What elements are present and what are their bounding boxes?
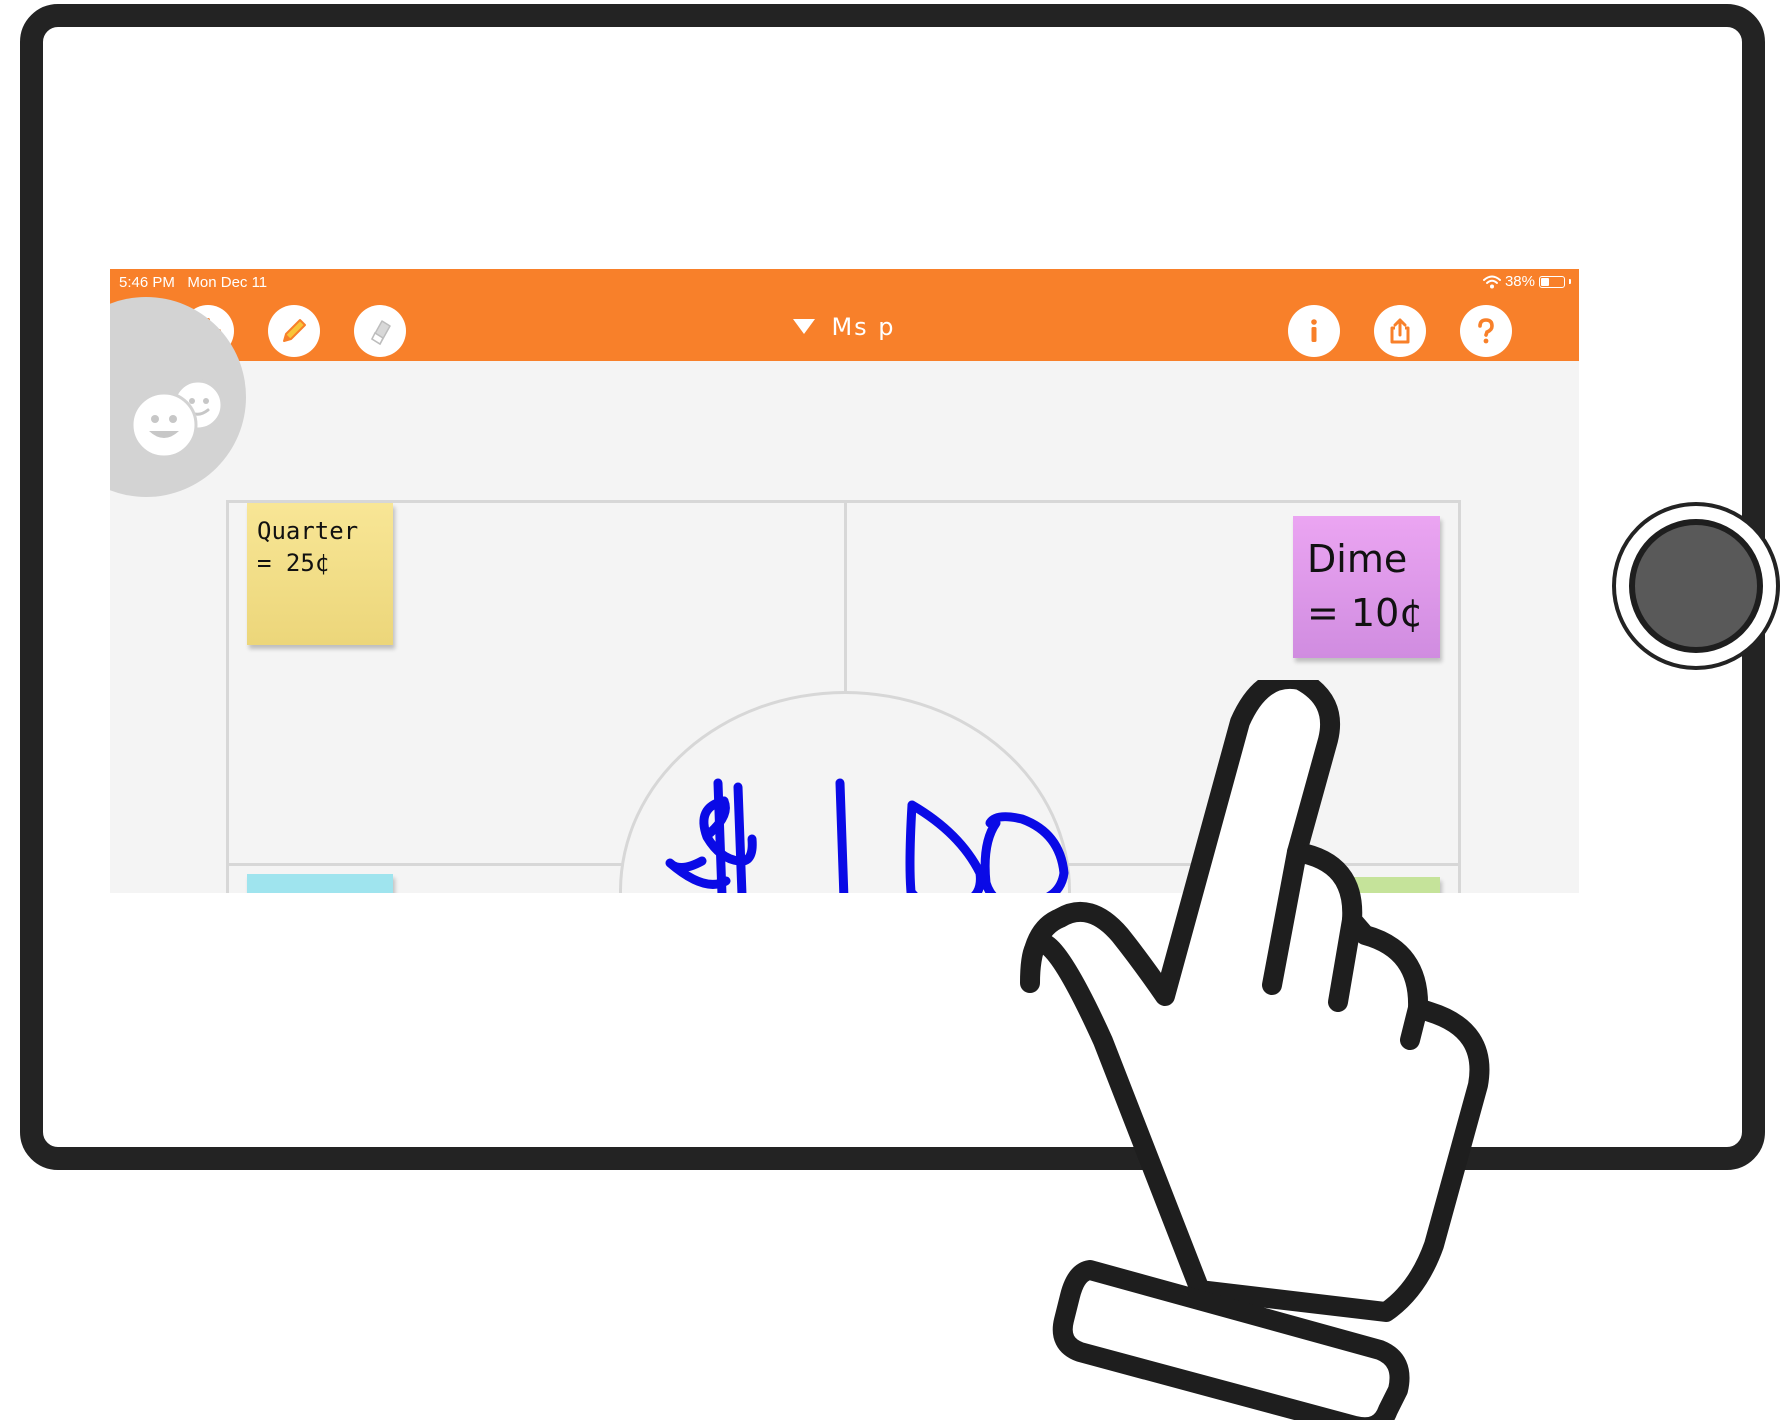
sticky-note-blue[interactable]: [247, 874, 393, 893]
top-toolbar: 5:46 PM Mon Dec 11 38% Ms p: [110, 269, 1579, 361]
status-bar-time: 5:46 PM Mon Dec 11: [119, 274, 267, 291]
info-icon: [1311, 319, 1317, 342]
help-button[interactable]: [1460, 305, 1512, 357]
battery-icon: [1539, 275, 1565, 288]
note-text-line: Quarter: [257, 517, 359, 545]
wifi-icon: [1482, 275, 1501, 288]
board-title: Ms p: [831, 313, 896, 341]
home-button-center: [1629, 519, 1763, 653]
status-bar-right: 38%: [1482, 273, 1571, 290]
share-button[interactable]: [1374, 305, 1426, 357]
share-icon: [1390, 318, 1410, 344]
info-button[interactable]: [1288, 305, 1340, 357]
dropdown-caret-icon: [793, 318, 816, 334]
tap-gesture-hand-icon: [1020, 680, 1490, 1420]
sticky-note-dime[interactable]: Dime = 10¢: [1293, 516, 1440, 658]
note-text-line: = 25¢: [257, 549, 330, 577]
board-divider-vertical: [844, 503, 847, 693]
status-date: Mon Dec 11: [187, 274, 268, 291]
collaborators-icon: [130, 379, 224, 459]
sticky-note-quarter[interactable]: Quarter = 25¢: [247, 503, 393, 645]
help-icon: [1478, 318, 1494, 344]
note-text-line: = 10¢: [1307, 591, 1424, 635]
note-text-line: Dime: [1307, 537, 1408, 581]
board-title-selector[interactable]: Ms p: [110, 313, 1579, 341]
status-time: 5:46 PM: [119, 274, 175, 291]
home-button[interactable]: [1612, 502, 1780, 670]
battery-percent: 38%: [1504, 273, 1535, 290]
